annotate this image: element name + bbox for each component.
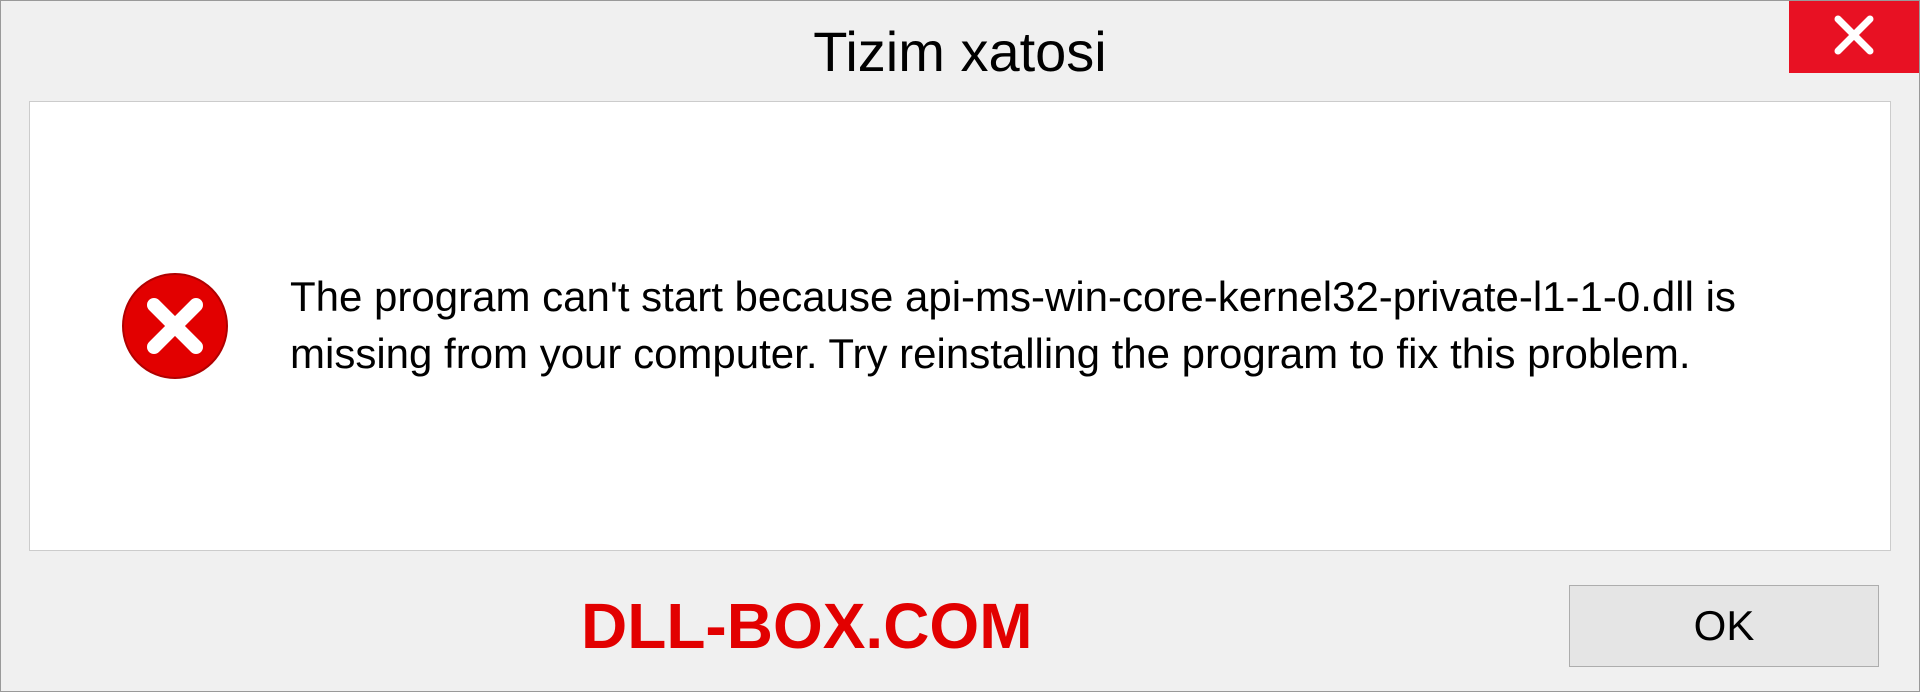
error-message: The program can't start because api-ms-w… [290, 269, 1800, 382]
watermark-text: DLL-BOX.COM [581, 589, 1033, 663]
ok-button[interactable]: OK [1569, 585, 1879, 667]
close-button[interactable] [1789, 1, 1919, 73]
titlebar: Tizim xatosi [1, 1, 1919, 101]
error-dialog: Tizim xatosi The program can't start bec… [0, 0, 1920, 692]
content-panel: The program can't start because api-ms-w… [29, 101, 1891, 551]
error-icon [120, 271, 230, 381]
dialog-footer: DLL-BOX.COM OK [1, 561, 1919, 691]
close-icon [1832, 13, 1876, 62]
dialog-title: Tizim xatosi [813, 19, 1107, 84]
